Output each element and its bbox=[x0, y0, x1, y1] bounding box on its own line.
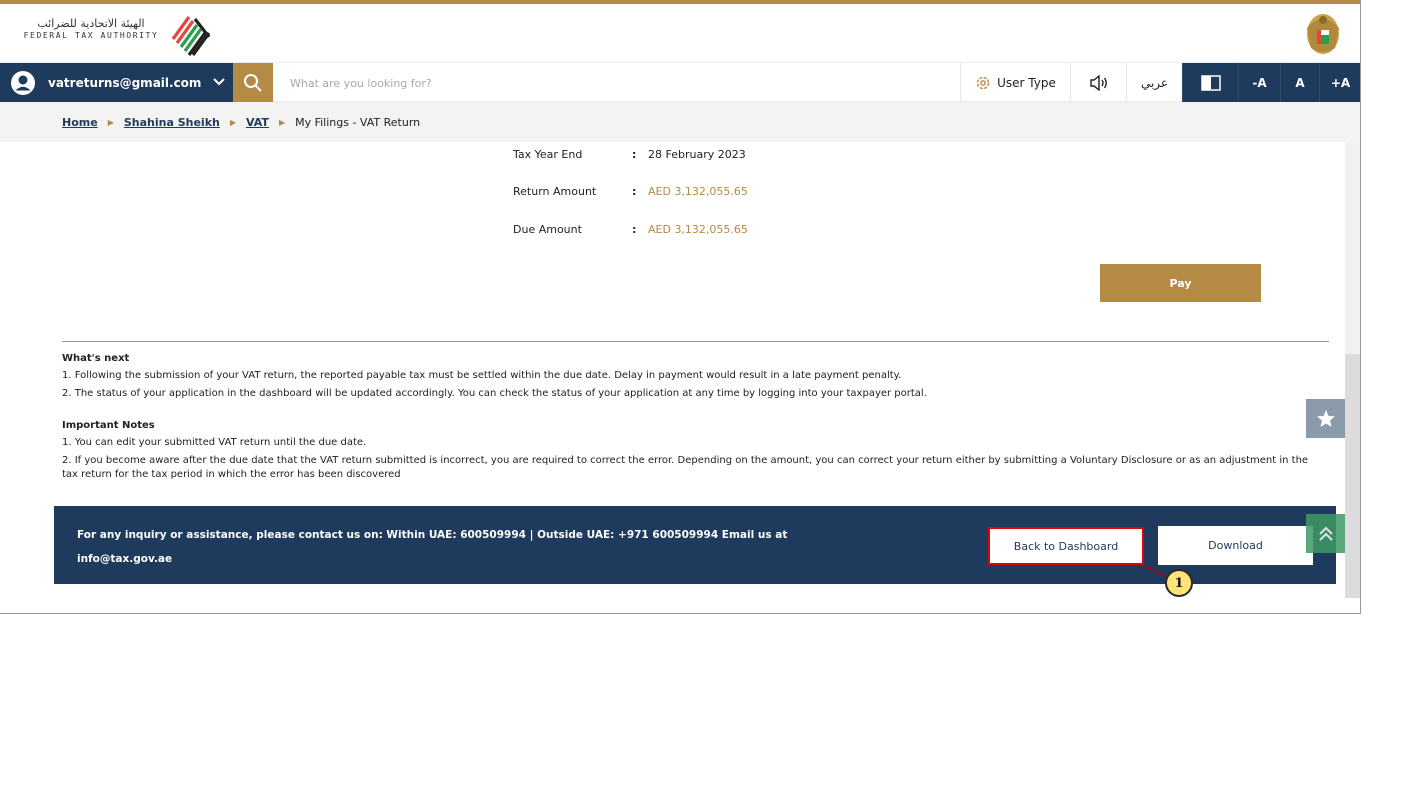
footer-contact-bar: For any inquiry or assistance, please co… bbox=[54, 506, 1336, 584]
breadcrumb-user[interactable]: Shahina Sheikh bbox=[124, 116, 220, 129]
breadcrumb: Home ▶ Shahina Sheikh ▶ VAT ▶ My Filings… bbox=[0, 102, 1360, 142]
due-amount-row: Due Amount : AED 3,132,055.65 bbox=[513, 223, 913, 239]
callout-marker: 1 bbox=[1165, 569, 1193, 597]
return-amount-value: AED 3,132,055.65 bbox=[648, 185, 748, 198]
contact-line: For any inquiry or assistance, please co… bbox=[77, 529, 788, 541]
separator: : bbox=[632, 223, 637, 236]
notes-section: What's next 1. Following the submission … bbox=[62, 351, 1312, 482]
whats-next-item: 1. Following the submission of your VAT … bbox=[62, 370, 902, 381]
back-to-dashboard-button[interactable]: Back to Dashboard bbox=[988, 527, 1144, 565]
due-amount-label: Due Amount bbox=[513, 223, 582, 236]
scroll-to-top-button[interactable] bbox=[1306, 514, 1345, 553]
logo-english-text: FEDERAL TAX AUTHORITY bbox=[23, 31, 159, 40]
vertical-scrollbar[interactable] bbox=[1345, 142, 1360, 598]
double-chevron-up-icon bbox=[1318, 526, 1333, 541]
gear-icon bbox=[976, 76, 990, 90]
user-type-label: User Type bbox=[997, 76, 1056, 90]
breadcrumb-home[interactable]: Home bbox=[62, 116, 98, 129]
due-amount-value: AED 3,132,055.65 bbox=[648, 223, 748, 236]
fta-logo-text[interactable]: الهيئة الاتحادية للضرائب FEDERAL TAX AUT… bbox=[18, 17, 164, 42]
separator: : bbox=[632, 185, 637, 198]
star-icon bbox=[1316, 409, 1335, 427]
important-notes-title: Important Notes bbox=[62, 420, 155, 431]
user-menu[interactable]: vatreturns@gmail.com bbox=[0, 63, 233, 103]
font-normal-button[interactable]: A bbox=[1280, 63, 1319, 103]
fta-logo-icon[interactable] bbox=[165, 9, 215, 59]
language-toggle[interactable]: عربي bbox=[1126, 63, 1182, 103]
search-input[interactable] bbox=[280, 67, 940, 99]
download-button[interactable]: Download bbox=[1158, 526, 1313, 565]
favorite-button[interactable] bbox=[1306, 399, 1345, 438]
top-navigation: vatreturns@gmail.com User Type bbox=[0, 62, 1360, 103]
breadcrumb-current: My Filings - VAT Return bbox=[295, 115, 421, 129]
important-notes-item: 1. You can edit your submitted VAT retur… bbox=[62, 437, 367, 448]
separator: : bbox=[632, 148, 637, 161]
user-avatar-icon bbox=[11, 71, 35, 95]
logo-header: الهيئة الاتحادية للضرائب FEDERAL TAX AUT… bbox=[0, 4, 1360, 62]
tax-year-end-value: 28 February 2023 bbox=[648, 148, 746, 161]
breadcrumb-arrow-icon: ▶ bbox=[229, 117, 236, 127]
return-amount-label: Return Amount bbox=[513, 185, 597, 198]
breadcrumb-vat[interactable]: VAT bbox=[246, 116, 269, 129]
whats-next-item: 2. The status of your application in the… bbox=[62, 388, 927, 399]
breadcrumb-arrow-icon: ▶ bbox=[107, 117, 114, 127]
important-notes-item: 2. If you become aware after the due dat… bbox=[62, 455, 1309, 480]
contrast-icon bbox=[1200, 75, 1221, 91]
contrast-toggle[interactable] bbox=[1182, 63, 1238, 103]
search-icon bbox=[244, 74, 262, 92]
breadcrumb-arrow-icon: ▶ bbox=[278, 117, 286, 127]
uae-emblem-icon bbox=[1307, 14, 1339, 54]
chevron-down-icon[interactable] bbox=[211, 73, 227, 89]
scrollbar-thumb[interactable] bbox=[1345, 354, 1360, 598]
search-button[interactable] bbox=[233, 63, 273, 103]
contact-info: For any inquiry or assistance, please co… bbox=[77, 523, 837, 571]
pay-button[interactable]: Pay bbox=[1100, 264, 1261, 302]
tax-year-end-row: Tax Year End : 28 February 2023 bbox=[513, 148, 913, 164]
text-to-speech-button[interactable] bbox=[1070, 63, 1126, 103]
whats-next-title: What's next bbox=[62, 353, 130, 364]
browser-viewport: الهيئة الاتحادية للضرائب FEDERAL TAX AUT… bbox=[0, 0, 1361, 614]
speaker-icon bbox=[1089, 75, 1107, 91]
font-decrease-button[interactable]: -A bbox=[1238, 63, 1280, 103]
contact-email[interactable]: info@tax.gov.ae bbox=[77, 547, 837, 571]
tax-year-end-label: Tax Year End bbox=[513, 148, 583, 161]
return-amount-row: Return Amount : AED 3,132,055.65 bbox=[513, 185, 913, 201]
user-email: vatreturns@gmail.com bbox=[48, 76, 202, 90]
section-divider bbox=[62, 341, 1329, 342]
logo-arabic-text: الهيئة الاتحادية للضرائب bbox=[37, 17, 145, 30]
font-increase-button[interactable]: +A bbox=[1319, 63, 1360, 103]
user-type-button[interactable]: User Type bbox=[960, 63, 1070, 103]
